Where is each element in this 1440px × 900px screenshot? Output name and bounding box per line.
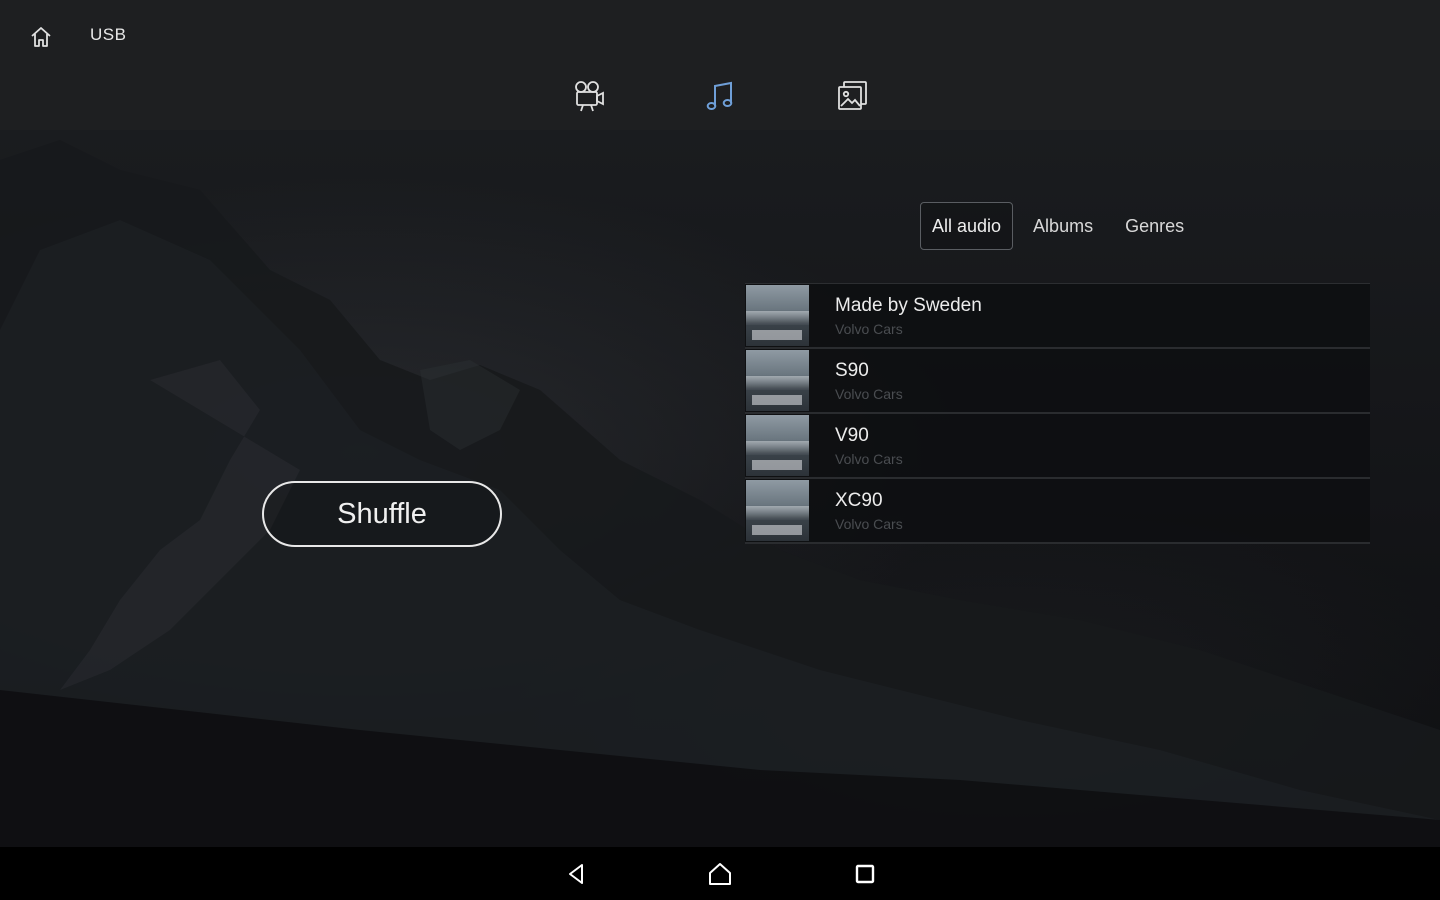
- tab-photos[interactable]: [830, 74, 874, 118]
- track-artist: Volvo Cars: [835, 321, 903, 337]
- nav-home-button[interactable]: [703, 857, 737, 891]
- photo-gallery-icon: [838, 81, 867, 110]
- track-artist: Volvo Cars: [835, 386, 903, 402]
- recents-square-icon: [855, 864, 875, 884]
- track-title: S90: [835, 360, 869, 381]
- filter-tab-genres[interactable]: Genres: [1113, 202, 1196, 250]
- filter-tab-all-audio[interactable]: All audio: [920, 202, 1014, 250]
- content-area: Shuffle All audio Albums Genres Made by …: [0, 130, 1440, 847]
- tab-video[interactable]: [566, 74, 610, 118]
- track-row[interactable]: Made by Sweden Volvo Cars: [745, 284, 1370, 349]
- music-note-icon: [706, 81, 733, 110]
- home-button[interactable]: [26, 22, 56, 52]
- track-title: V90: [835, 425, 869, 446]
- system-navigation-bar: [0, 847, 1440, 900]
- filter-tab-albums[interactable]: Albums: [1021, 202, 1105, 250]
- filter-tabs: All audio Albums Genres: [920, 201, 1204, 251]
- home-icon: [31, 27, 51, 47]
- track-artist: Volvo Cars: [835, 516, 903, 532]
- album-art-thumbnail: [746, 480, 809, 541]
- album-art-thumbnail: [746, 350, 809, 411]
- video-camera-icon: [575, 81, 604, 112]
- shuffle-button[interactable]: Shuffle: [262, 481, 502, 547]
- top-bar: USB: [0, 0, 1440, 130]
- nav-back-button[interactable]: [559, 857, 593, 891]
- album-art-thumbnail: [746, 285, 809, 346]
- track-title: XC90: [835, 490, 883, 511]
- tab-music[interactable]: [698, 74, 742, 118]
- home-outline-icon: [709, 863, 731, 885]
- album-art-thumbnail: [746, 415, 809, 476]
- back-triangle-icon: [569, 864, 583, 884]
- track-row[interactable]: S90 Volvo Cars: [745, 349, 1370, 414]
- nav-recents-button[interactable]: [848, 857, 882, 891]
- source-label: USB: [90, 25, 127, 44]
- track-row[interactable]: XC90 Volvo Cars: [745, 479, 1370, 544]
- track-artist: Volvo Cars: [835, 451, 903, 467]
- track-row[interactable]: V90 Volvo Cars: [745, 414, 1370, 479]
- track-title: Made by Sweden: [835, 295, 982, 316]
- track-list: Made by Sweden Volvo Cars S90 Volvo Cars…: [745, 283, 1370, 544]
